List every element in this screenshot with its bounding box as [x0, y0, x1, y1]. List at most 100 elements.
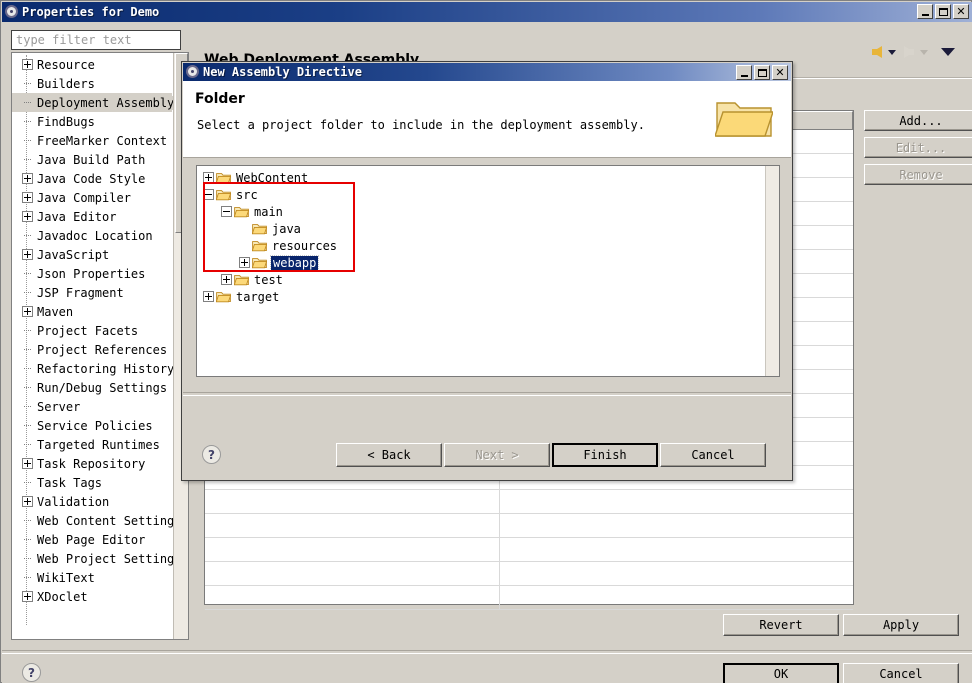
close-button[interactable]: ✕ — [953, 4, 969, 19]
sidebar-item-task-repository[interactable]: Task Repository — [12, 454, 172, 473]
table-row[interactable] — [205, 586, 853, 610]
sidebar-item-validation[interactable]: Validation — [12, 492, 172, 511]
collapse-icon[interactable] — [221, 206, 232, 217]
sidebar-item-wikitext[interactable]: WikiText — [12, 568, 172, 587]
expand-icon[interactable] — [22, 173, 33, 184]
sidebar-item-label: FindBugs — [37, 114, 95, 129]
sidebar-item-web-page-editor[interactable]: Web Page Editor — [12, 530, 172, 549]
sidebar-item-server[interactable]: Server — [12, 397, 172, 416]
expand-icon[interactable] — [22, 496, 33, 507]
back-arrow-icon[interactable] — [872, 46, 882, 58]
cancel-button[interactable]: Cancel — [843, 663, 959, 683]
sidebar-item-json-properties[interactable]: Json Properties — [12, 264, 172, 283]
dialog-close-button[interactable]: ✕ — [772, 65, 788, 80]
apply-button[interactable]: Apply — [843, 614, 959, 636]
finish-button[interactable]: Finish — [552, 443, 658, 467]
table-row[interactable] — [205, 514, 853, 538]
sidebar-item-xdoclet[interactable]: XDoclet — [12, 587, 172, 606]
sidebar-item-freemarker-context[interactable]: FreeMarker Context — [12, 131, 172, 150]
sidebar-item-javadoc-location[interactable]: Javadoc Location — [12, 226, 172, 245]
sidebar-item-label: Java Code Style — [37, 171, 146, 186]
sidebar-item-project-facets[interactable]: Project Facets — [12, 321, 172, 340]
sidebar-item-project-references[interactable]: Project References — [12, 340, 172, 359]
table-row[interactable] — [205, 562, 853, 586]
folder-tree-item-src[interactable]: src — [203, 186, 337, 203]
window-titlebar: Properties for Demo ✕ — [2, 2, 972, 22]
tree-branch-icon — [22, 382, 33, 393]
sidebar-item-maven[interactable]: Maven — [12, 302, 172, 321]
folder-tree-item-webapp[interactable]: webapp — [203, 254, 337, 271]
dialog-help-icon[interactable]: ? — [202, 445, 221, 464]
sidebar-item-java-code-style[interactable]: Java Code Style — [12, 169, 172, 188]
expand-icon[interactable] — [22, 458, 33, 469]
sidebar-item-resource[interactable]: Resource — [12, 55, 172, 74]
expand-icon[interactable] — [203, 291, 214, 302]
folder-tree-scrollbar[interactable] — [765, 166, 779, 376]
sidebar-item-label: JavaScript — [37, 247, 110, 262]
folder-tree-item-label: WebContent — [236, 170, 309, 185]
sidebar-item-java-editor[interactable]: Java Editor — [12, 207, 172, 226]
revert-button[interactable]: Revert — [723, 614, 839, 636]
tree-branch-icon — [22, 401, 33, 412]
expand-icon[interactable] — [22, 59, 33, 70]
sidebar-item-label: Deployment Assembly — [36, 95, 175, 110]
folder-tree-item-resources[interactable]: resources — [203, 237, 337, 254]
sidebar-item-service-policies[interactable]: Service Policies — [12, 416, 172, 435]
maximize-button[interactable] — [935, 4, 951, 19]
table-row[interactable] — [205, 490, 853, 514]
window-title: Properties for Demo — [22, 5, 160, 19]
expand-icon[interactable] — [22, 211, 33, 222]
sidebar-item-java-compiler[interactable]: Java Compiler — [12, 188, 172, 207]
expand-icon[interactable] — [22, 249, 33, 260]
window-controls: ✕ — [917, 4, 969, 19]
tree-branch-icon — [22, 97, 33, 108]
sidebar-item-builders[interactable]: Builders — [12, 74, 172, 93]
sidebar-item-web-project-settings[interactable]: Web Project Settings — [12, 549, 182, 568]
collapse-icon[interactable] — [203, 189, 214, 200]
expand-icon[interactable] — [221, 274, 232, 285]
folder-tree[interactable]: WebContent src main java resources webapp test… — [196, 165, 780, 377]
sidebar-item-java-build-path[interactable]: Java Build Path — [12, 150, 172, 169]
dialog-maximize-button[interactable] — [754, 65, 770, 80]
sidebar-item-jsp-fragment[interactable]: JSP Fragment — [12, 283, 172, 302]
expand-icon[interactable] — [203, 172, 214, 183]
table-row[interactable] — [205, 538, 853, 562]
expand-icon[interactable] — [239, 257, 250, 268]
sidebar-item-task-tags[interactable]: Task Tags — [12, 473, 172, 492]
ok-button[interactable]: OK — [723, 663, 839, 683]
dialog-minimize-button[interactable] — [736, 65, 752, 80]
back-chevron-down-icon[interactable] — [888, 49, 896, 55]
folder-tree-item-label: resources — [272, 238, 338, 253]
sidebar-item-javascript[interactable]: JavaScript — [12, 245, 172, 264]
add-button[interactable]: Add... — [864, 110, 972, 131]
folder-tree-item-test[interactable]: test — [203, 271, 337, 288]
expand-icon[interactable] — [22, 591, 33, 602]
category-tree[interactable]: Resource Builders Deployment Assembly FindB… — [11, 52, 189, 640]
filter-input[interactable]: type filter text — [11, 30, 181, 50]
folder-tree-item-java[interactable]: java — [203, 220, 337, 237]
tree-branch-icon — [22, 553, 33, 564]
table-cell — [500, 538, 853, 561]
tree-branch-icon — [22, 344, 33, 355]
folder-tree-item-webcontent[interactable]: WebContent — [203, 169, 337, 186]
back-button[interactable]: < Back — [336, 443, 442, 467]
folder-tree-item-main[interactable]: main — [203, 203, 337, 220]
folder-tree-item-target[interactable]: target — [203, 288, 337, 305]
sidebar-item-web-content-settings[interactable]: Web Content Settings — [12, 511, 182, 530]
expand-icon[interactable] — [22, 306, 33, 317]
expand-icon[interactable] — [22, 192, 33, 203]
sidebar-item-targeted-runtimes[interactable]: Targeted Runtimes — [12, 435, 172, 454]
folder-icon — [233, 206, 250, 218]
tree-branch-icon — [22, 515, 33, 526]
sidebar-item-findbugs[interactable]: FindBugs — [12, 112, 172, 131]
sidebar-item-deployment-assembly[interactable]: Deployment Assembly — [12, 93, 175, 112]
minimize-button[interactable] — [917, 4, 933, 19]
folder-tree-item-label: target — [236, 289, 280, 304]
sidebar-item-run-debug-settings[interactable]: Run/Debug Settings — [12, 378, 172, 397]
cancel-button[interactable]: Cancel — [660, 443, 766, 467]
tree-branch-icon — [22, 78, 33, 89]
filter-placeholder: type filter text — [16, 33, 132, 47]
help-icon[interactable]: ? — [22, 663, 41, 682]
sidebar-item-refactoring-history[interactable]: Refactoring History — [12, 359, 174, 378]
menu-chevron-down-icon[interactable] — [941, 48, 955, 56]
